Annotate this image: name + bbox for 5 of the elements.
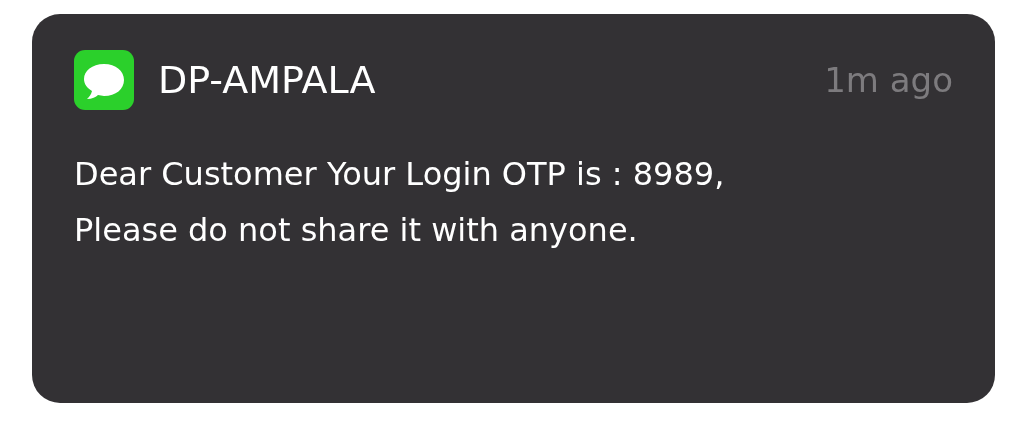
speech-bubble-icon bbox=[74, 50, 134, 110]
app-name: DP-AMPALA bbox=[158, 61, 376, 99]
timestamp: 1m ago bbox=[824, 63, 953, 97]
notification-card[interactable]: DP-AMPALA 1m ago Dear Customer Your Login OTP is : 8989, Please do not share it with anyone. bbox=[32, 14, 995, 403]
message-text: Dear Customer Your Login OTP is : 8989, Please do not share it with anyone. bbox=[74, 154, 726, 251]
